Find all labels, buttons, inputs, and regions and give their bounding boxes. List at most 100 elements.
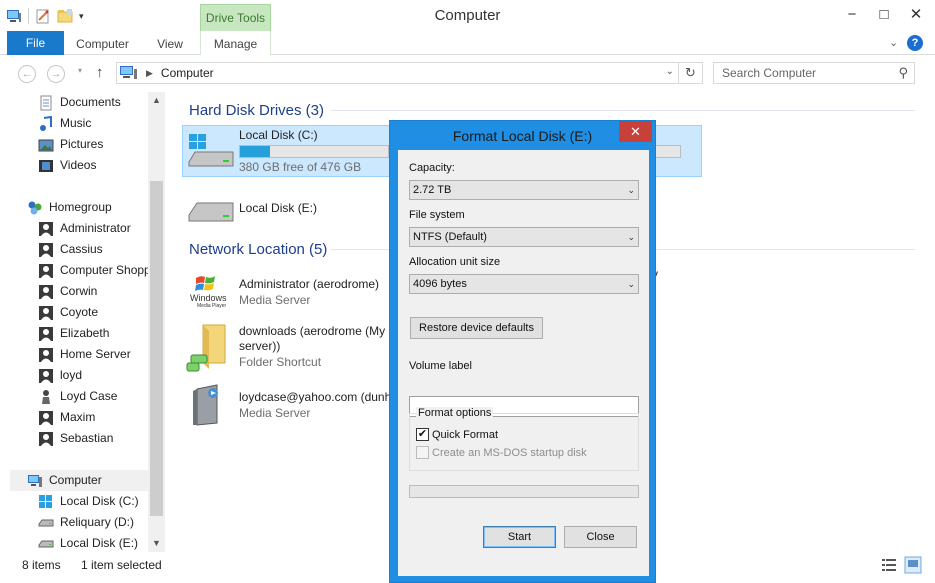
nav-item-documents[interactable]: Documents <box>38 92 121 113</box>
nav-item-label: Maxim <box>60 410 96 424</box>
search-box[interactable]: ⚲ <box>713 62 915 84</box>
user-icon <box>39 221 53 236</box>
drive-name: Local Disk (E:) <box>239 201 318 215</box>
nav-item-user[interactable]: Coyote <box>38 302 98 323</box>
hard-disk-drives-header[interactable]: Hard Disk Drives (3) <box>189 102 324 119</box>
network-item-name-line2: server)) <box>239 339 281 353</box>
quick-access-toolbar: ▾ <box>6 7 84 25</box>
recent-locations-icon[interactable]: ▾ <box>78 66 82 75</box>
nav-item-label: loyd <box>60 368 83 382</box>
search-input[interactable] <box>714 63 884 83</box>
quick-format-checkbox[interactable]: ✔ <box>416 428 429 441</box>
breadcrumb[interactable]: Computer <box>161 66 214 80</box>
format-progress-bar <box>409 485 639 498</box>
capacity-bar-fill <box>240 146 270 157</box>
nav-item-drive-e[interactable]: Local Disk (E:) <box>38 533 138 552</box>
search-icon[interactable]: ⚲ <box>898 65 908 81</box>
tab-computer[interactable]: Computer <box>70 31 135 55</box>
customize-toolbar-icon[interactable]: ▾ <box>79 11 84 22</box>
start-button[interactable]: Start <box>483 526 556 548</box>
maximize-button[interactable]: □ <box>868 0 900 28</box>
network-location-header[interactable]: Network Location (5) <box>189 241 327 258</box>
quick-format-label[interactable]: Quick Format <box>432 429 498 441</box>
capacity-label: Capacity: <box>409 162 455 174</box>
nav-item-music[interactable]: Music <box>38 113 91 134</box>
music-icon <box>40 115 52 131</box>
file-system-select[interactable]: NTFS (Default) ⌄ <box>409 227 639 247</box>
dialog-close-button[interactable]: ✕ <box>619 121 652 142</box>
minimize-button[interactable]: − <box>836 0 868 28</box>
refresh-icon[interactable]: ↻ <box>678 63 702 83</box>
drive-icon <box>188 202 234 222</box>
back-button[interactable]: ← <box>18 65 36 83</box>
windows-drive-icon <box>39 494 52 508</box>
nav-item-user[interactable]: Administrator <box>38 218 131 239</box>
expand-ribbon-icon[interactable]: ⌄ <box>889 36 898 49</box>
user-icon <box>39 368 53 383</box>
tab-view[interactable]: View <box>145 31 195 55</box>
dialog-title: Format Local Disk (E:) <box>452 128 593 144</box>
videos-icon <box>39 159 53 172</box>
address-bar[interactable]: ▶ Computer ⌄ ↻ <box>116 62 703 84</box>
msdos-startup-checkbox[interactable] <box>416 446 429 459</box>
restore-defaults-button[interactable]: Restore device defaults <box>410 317 543 339</box>
up-button[interactable]: ↑ <box>96 64 104 81</box>
nav-item-drive-d[interactable]: Reliquary (D:) <box>38 512 134 533</box>
network-item-type: Media Server <box>239 406 311 420</box>
tab-file[interactable]: File <box>7 31 64 55</box>
drive-icon <box>38 540 54 547</box>
computer-icon <box>28 474 42 487</box>
nav-item-user[interactable]: Elizabeth <box>38 323 109 344</box>
user-icon <box>39 263 53 278</box>
nav-item-user[interactable]: Loyd Case <box>38 386 117 407</box>
network-item-wmp[interactable]: Windows Media Player Administrator (aero… <box>182 267 392 319</box>
nav-item-pictures[interactable]: Pictures <box>38 134 103 155</box>
chevron-down-icon: ⌄ <box>627 232 635 242</box>
media-server-icon <box>193 384 218 426</box>
user-icon <box>39 431 53 446</box>
chevron-down-icon[interactable]: ⌄ <box>666 66 674 77</box>
nav-item-label: Home Server <box>60 347 131 361</box>
new-folder-icon[interactable] <box>57 8 73 24</box>
help-icon[interactable]: ? <box>907 35 923 51</box>
allocation-unit-select[interactable]: 4096 bytes ⌄ <box>409 274 639 294</box>
nav-item-user[interactable]: Computer Shopper <box>38 260 161 281</box>
nav-item-user[interactable]: Maxim <box>38 407 95 428</box>
scroll-down-icon[interactable]: ▼ <box>148 535 165 552</box>
nav-item-homegroup[interactable]: Homegroup <box>27 197 112 218</box>
properties-icon[interactable] <box>35 8 51 24</box>
user-icon <box>39 410 53 425</box>
nav-item-label: Corwin <box>60 284 98 298</box>
network-item-name: downloads (aerodrome (My <box>239 324 386 338</box>
homegroup-icon <box>28 201 42 214</box>
drive-tile-e[interactable]: Local Disk (E:) <box>182 182 392 234</box>
nav-item-user[interactable]: loyd <box>38 365 82 386</box>
nav-item-drive-c[interactable]: Local Disk (C:) <box>38 491 139 512</box>
details-view-icon[interactable] <box>880 556 898 574</box>
tab-manage[interactable]: Manage <box>200 31 271 55</box>
forward-button[interactable]: → <box>47 65 65 83</box>
nav-item-label: Homegroup <box>49 200 112 214</box>
scrollbar-thumb[interactable] <box>150 181 163 516</box>
nav-item-user[interactable]: Corwin <box>38 281 97 302</box>
nav-item-computer[interactable]: Computer <box>10 470 148 491</box>
nav-item-label: Coyote <box>60 305 99 319</box>
network-item-downloads[interactable]: downloads (aerodrome (My server)) Folder… <box>182 317 392 377</box>
nav-item-videos[interactable]: Videos <box>38 155 96 176</box>
computer-icon[interactable] <box>6 8 22 24</box>
network-item-media-server[interactable]: loydcase@yahoo.com (dunh Media Server <box>182 380 392 432</box>
toolbar-divider <box>28 8 29 24</box>
capacity-select[interactable]: 2.72 TB ⌄ <box>409 180 639 200</box>
nav-item-user[interactable]: Sebastian <box>38 428 113 449</box>
breadcrumb-chevron-icon[interactable]: ▶ <box>146 68 153 79</box>
large-icons-view-icon[interactable] <box>904 556 922 574</box>
close-button[interactable]: Close <box>564 526 637 548</box>
nav-item-user[interactable]: Cassius <box>38 239 103 260</box>
nav-item-user[interactable]: Home Server <box>38 344 131 365</box>
scroll-up-icon[interactable]: ▲ <box>148 92 165 109</box>
close-window-button[interactable]: ✕ <box>900 0 932 28</box>
nav-item-label: Computer <box>49 473 102 487</box>
nav-scrollbar[interactable]: ▲ ▼ <box>148 92 165 552</box>
user-icon <box>39 242 53 257</box>
volume-label-label: Volume label <box>409 360 472 372</box>
